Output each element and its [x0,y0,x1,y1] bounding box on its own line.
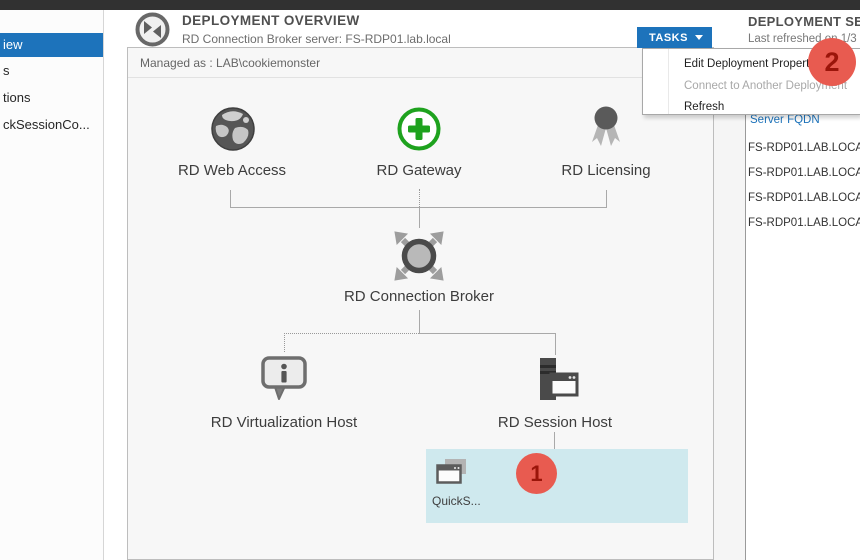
node-label-rd-licensing: RD Licensing [536,162,676,179]
connector-line [419,207,420,228]
globe-icon[interactable] [210,106,256,152]
connector-line-dotted [284,333,419,334]
node-label-rd-connection-broker: RD Connection Broker [319,288,519,305]
connector-line [554,432,555,449]
server-row[interactable]: FS-RDP01.LAB.LOCAL [748,142,860,154]
broker-arrows-icon[interactable] [391,228,447,284]
deployment-servers-title: DEPLOYMENT SERVERS [748,14,860,29]
ribbon-medal-icon[interactable] [584,105,628,151]
page-title: DEPLOYMENT OVERVIEW [182,13,360,28]
annotation-badge-1: 1 [516,453,557,494]
sidebar-item-overview[interactable]: iew [0,33,103,57]
rds-deployment-icon [134,11,171,48]
node-label-rd-gateway: RD Gateway [359,162,479,179]
connector-line [555,333,556,355]
collection-tile-label: QuickS... [432,494,481,508]
green-plus-icon[interactable] [397,107,441,151]
panel-gutter [714,48,746,560]
sidebar-item-collections[interactable]: tions [0,86,103,110]
node-label-rd-virtualization-host: RD Virtualization Host [174,414,394,431]
window-title-bar [0,0,860,10]
chevron-down-icon [695,35,703,40]
page-subtitle: RD Connection Broker server: FS-RDP01.la… [182,32,451,46]
node-label-rd-session-host: RD Session Host [465,414,645,431]
windows-stack-icon [436,458,470,492]
connector-line [419,310,420,333]
server-row[interactable]: FS-RDP01.LAB.LOCAL [748,192,860,204]
connector-line [606,190,607,207]
connector-line [230,190,231,207]
connector-line-dotted [419,189,420,207]
annotation-badge-2: 2 [808,38,856,86]
tasks-button-label: TASKS [649,32,688,44]
connector-line-dotted [284,333,285,352]
tasks-button[interactable]: TASKS [637,27,712,48]
server-row[interactable]: FS-RDP01.LAB.LOCAL [748,217,860,229]
server-window-icon[interactable] [530,356,580,406]
node-label-rd-web-access: RD Web Access [162,162,302,179]
server-row[interactable]: FS-RDP01.LAB.LOCAL [748,167,860,179]
connector-line [419,333,555,334]
sidebar-item-quicksessioncollection[interactable]: ckSessionCo... [0,113,103,137]
server-manager-window: iew s tions ckSessionCo... DEPLOYMENT OV… [0,0,860,560]
info-bubble-icon[interactable] [258,352,310,408]
menu-item-refresh[interactable]: Refresh [643,96,860,118]
managed-as-bar: Managed as : LAB\cookiemonster [128,48,713,78]
sidebar-item-servers[interactable]: s [0,59,103,83]
